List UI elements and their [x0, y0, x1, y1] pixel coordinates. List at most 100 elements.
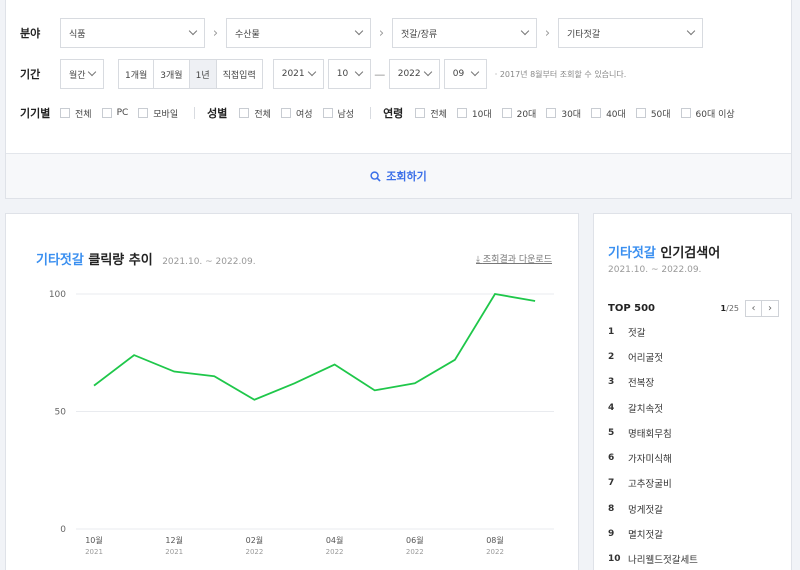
- period-row: 기간 월간 1개월 3개월 1년 직접입력 2021 10 — 2022 09 …: [20, 59, 626, 89]
- age-60plus-checkbox[interactable]: 60대 이상: [680, 107, 735, 120]
- checkbox-icon: [101, 108, 112, 118]
- keyword-item[interactable]: 4 갈치속젓: [608, 395, 778, 420]
- chevron-right-icon: ›: [768, 303, 772, 314]
- checkbox-icon: [680, 108, 691, 118]
- device-mobile-checkbox[interactable]: 모바일: [138, 107, 178, 120]
- range-custom-button[interactable]: 직접입력: [216, 60, 262, 88]
- device-pc-checkbox[interactable]: PC: [101, 108, 129, 118]
- search-button[interactable]: 조회하기: [6, 153, 791, 198]
- category-select-1[interactable]: 식품: [60, 18, 205, 48]
- x-tick-month: 06월: [406, 535, 424, 545]
- chevron-right-icon: ›: [212, 25, 219, 41]
- y-tick-label: 0: [60, 525, 66, 535]
- age-10s-checkbox[interactable]: 10대: [456, 107, 492, 120]
- keyword-rank: 7: [608, 478, 615, 489]
- keyword-text: 어리굴젓: [628, 352, 663, 364]
- x-tick-year: 2022: [245, 548, 263, 556]
- checkbox-icon: [239, 108, 250, 118]
- age-30s-checkbox[interactable]: 30대: [546, 107, 581, 120]
- x-tick-month: 08월: [486, 535, 504, 545]
- device-mobile-label: 모바일: [153, 109, 179, 120]
- chevron-down-icon: [354, 26, 364, 36]
- x-tick-month: 12월: [165, 535, 183, 545]
- keyword-rank: 5: [608, 427, 615, 438]
- keyword-item[interactable]: 1 젓갈: [608, 319, 778, 344]
- gender-all-checkbox[interactable]: 전체: [239, 107, 271, 120]
- x-tick-year: 2022: [406, 548, 424, 556]
- age-10s-label: 10대: [471, 109, 492, 120]
- prev-page-button[interactable]: ‹: [745, 300, 762, 317]
- range-1-year-button[interactable]: 1년: [189, 60, 217, 88]
- search-button-label: 조회하기: [386, 170, 427, 183]
- gender-all-label: 전체: [254, 109, 271, 120]
- keyword-item[interactable]: 3 전복장: [608, 370, 778, 395]
- checkbox-icon: [60, 108, 70, 118]
- start-month-select[interactable]: 10: [327, 59, 371, 89]
- line-chart: 100 50 0 10월 2021 12월 2021 02월 2022 04월 2022 06월 202…: [49, 290, 554, 556]
- keyword-item[interactable]: 9 멸치젓갈: [608, 521, 778, 546]
- keyword-text: 전복장: [628, 378, 655, 390]
- checkbox-icon: [138, 108, 149, 118]
- side-title-keyword: 기타젓갈: [608, 246, 656, 261]
- x-tick-year: 2022: [486, 548, 504, 556]
- keyword-item[interactable]: 2 어리굴젓: [608, 344, 778, 369]
- end-year-select[interactable]: 2022: [388, 59, 440, 89]
- chevron-down-icon: [686, 26, 696, 36]
- start-year-value: 2021: [281, 69, 305, 79]
- chevron-right-icon: ›: [378, 25, 385, 41]
- keyword-item[interactable]: 10 나리웰드젓갈세트: [608, 547, 778, 570]
- x-tick-year: 2022: [326, 548, 344, 556]
- checkbox-icon: [546, 108, 557, 118]
- chevron-down-icon: [87, 67, 97, 77]
- gender-female-checkbox[interactable]: 여성: [280, 107, 313, 120]
- next-page-button[interactable]: ›: [762, 300, 779, 317]
- keyword-rank: 10: [608, 554, 621, 565]
- checkbox-icon: [591, 108, 602, 118]
- keyword-text: 나리웰드젓갈세트: [628, 555, 698, 567]
- keyword-text: 멸치젓갈: [628, 530, 663, 542]
- side-title: 기타젓갈 인기검색어: [608, 242, 720, 261]
- age-40s-label: 40대: [606, 109, 626, 120]
- age-60plus-label: 60대 이상: [695, 109, 735, 120]
- page-total: /25: [726, 304, 739, 313]
- end-month-select[interactable]: 09: [443, 59, 487, 89]
- keyword-rank: 9: [608, 529, 615, 540]
- age-20s-label: 20대: [516, 109, 537, 120]
- keyword-item[interactable]: 5 명태회무침: [608, 420, 778, 445]
- chevron-left-icon: ‹: [751, 303, 756, 314]
- range-1-month-button[interactable]: 1개월: [119, 60, 155, 88]
- range-3-month-button[interactable]: 3개월: [154, 60, 190, 88]
- category-select-2[interactable]: 수산물: [226, 18, 371, 48]
- keyword-text: 갈치속젓: [628, 403, 663, 415]
- checkbox-icon: [415, 108, 426, 118]
- age-30s-label: 30대: [561, 109, 582, 120]
- category-select-4[interactable]: 기타젓갈: [558, 18, 703, 48]
- keyword-item[interactable]: 8 멍게젓갈: [608, 496, 778, 521]
- age-40s-checkbox[interactable]: 40대: [591, 107, 626, 120]
- chevron-down-icon: [423, 67, 432, 77]
- start-year-select[interactable]: 2021: [272, 59, 324, 89]
- device-pc-label: PC: [116, 108, 129, 118]
- gender-male-checkbox[interactable]: 남성: [322, 107, 354, 120]
- page-indicator: 1/25: [721, 304, 739, 313]
- divider: [370, 107, 372, 119]
- y-tick-label: 50: [55, 408, 67, 418]
- age-all-checkbox[interactable]: 전체: [415, 107, 447, 120]
- age-20s-checkbox[interactable]: 20대: [501, 107, 537, 120]
- keyword-item[interactable]: 6 가자미식해: [608, 445, 778, 470]
- chevron-right-icon: ›: [544, 25, 551, 41]
- device-label: 기기별: [20, 107, 51, 120]
- checkbox-icon: [322, 108, 333, 118]
- gender-female-label: 여성: [295, 109, 313, 120]
- device-all-checkbox[interactable]: 전체: [60, 107, 92, 120]
- age-50s-checkbox[interactable]: 50대: [635, 107, 671, 120]
- keyword-item[interactable]: 7 고추장굴비: [608, 471, 778, 496]
- category-row: 분야 식품 › 수산물 › 젓갈/장류 › 기타젓갈: [20, 18, 703, 48]
- category-select-3[interactable]: 젓갈/장류: [392, 18, 537, 48]
- popular-keywords-card: 기타젓갈 인기검색어 2021.10. ~ 2022.09. TOP 500 1…: [593, 213, 792, 570]
- side-range: 2021.10. ~ 2022.09.: [608, 265, 702, 275]
- period-unit-select[interactable]: 월간: [60, 59, 104, 89]
- end-year-value: 2022: [397, 69, 421, 79]
- age-all-label: 전체: [430, 109, 447, 120]
- chart-card: 기타젓갈 클릭량 추이 2021.10. ~ 2022.09. ⤓ 조회결과 다…: [5, 213, 579, 570]
